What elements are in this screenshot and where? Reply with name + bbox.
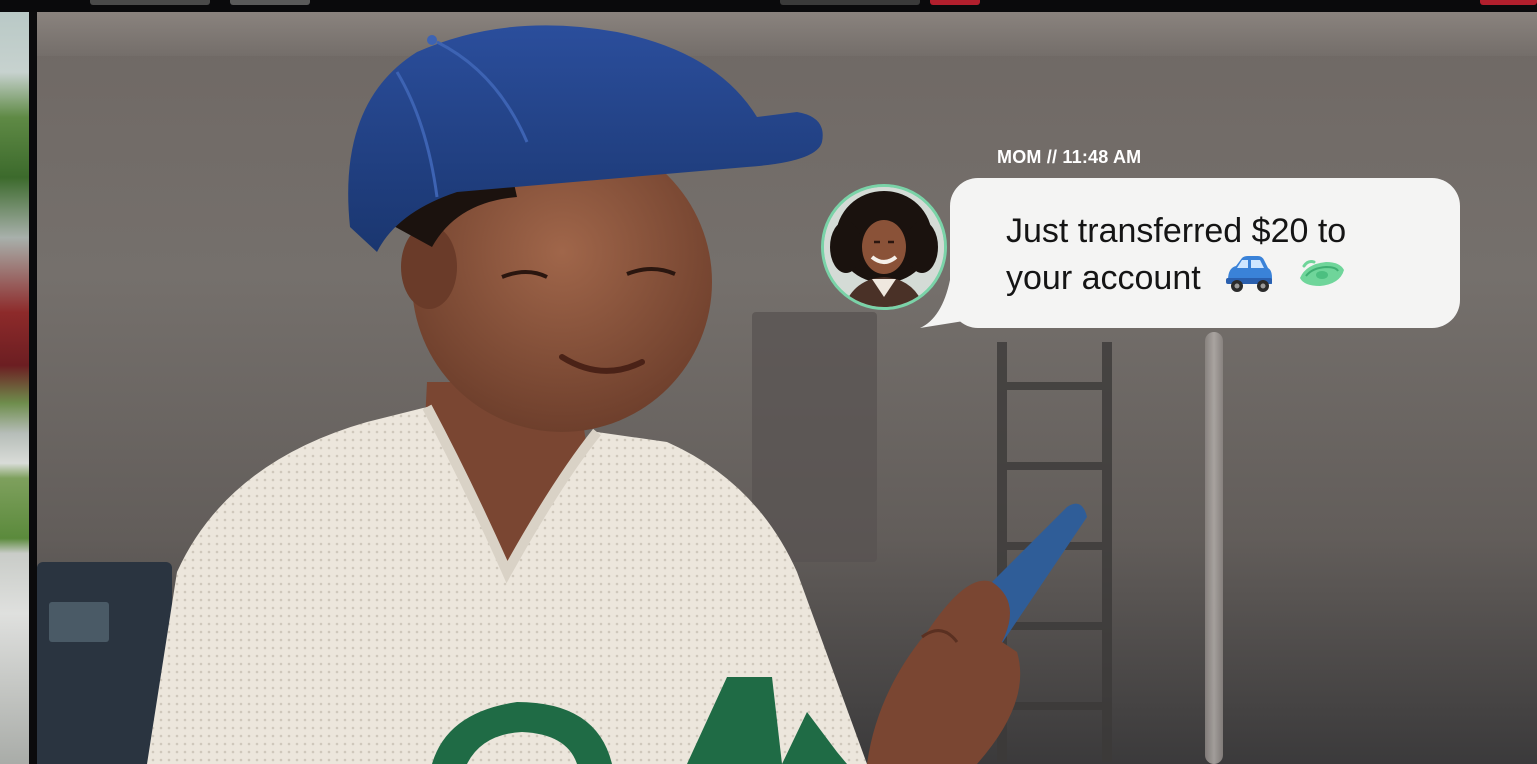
top-bar-segment — [90, 0, 210, 5]
top-bar — [0, 0, 1537, 12]
car-icon — [1222, 254, 1274, 306]
boy-with-phone-illustration — [147, 25, 1087, 764]
avatar — [821, 184, 947, 310]
adjacent-slide-edge — [0, 12, 29, 764]
promo-frame: MOM // 11:48 AM Just transferred $20 to … — [0, 0, 1537, 764]
message-line-2-row: your account — [1006, 254, 1430, 306]
top-bar-segment — [230, 0, 310, 5]
message-sender-time: MOM // 11:48 AM — [997, 147, 1142, 167]
message-line-2: your account — [1006, 258, 1201, 297]
top-bar-segment — [930, 0, 980, 5]
avatar-portrait-icon — [824, 187, 944, 307]
money-icon — [1296, 256, 1348, 304]
hand — [867, 580, 1021, 764]
hero-photo — [37, 12, 1537, 764]
top-bar-segment — [780, 0, 920, 5]
message-bubble: Just transferred $20 to your account — [950, 178, 1460, 328]
message-line-1: Just transferred $20 to — [1006, 212, 1347, 250]
top-bar-segment — [1480, 0, 1537, 5]
